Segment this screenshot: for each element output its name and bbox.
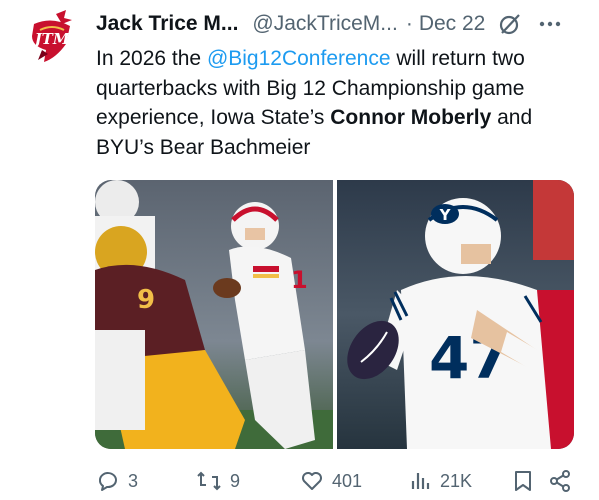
left-jersey-number: 1 [291,266,308,294]
author-handle[interactable]: @JackTriceM... [252,12,397,36]
heart-icon [302,472,322,490]
repost-icon [197,471,221,491]
avatar[interactable]: JTM [26,10,78,66]
like-button[interactable]: 401 [300,469,408,493]
helmet-logo-text: Y [438,206,451,224]
views-count: 21K [440,470,473,491]
share-button[interactable] [548,469,578,493]
more-options-icon[interactable] [539,20,561,28]
grok-icon[interactable] [497,11,523,37]
author-name[interactable]: Jack Trice M... [96,12,238,36]
repost-count: 9 [230,470,241,491]
mention-link[interactable]: @Big12Conference [207,47,391,70]
views-button[interactable]: 21K [408,469,512,493]
reply-count: 3 [128,470,139,491]
reply-button[interactable]: 3 [96,469,196,493]
tweet-date[interactable]: Dec 22 [419,12,486,36]
svg-text:9: 9 [137,285,155,315]
bookmark-icon [515,471,531,491]
action-bar: 3 9 401 21K [96,464,580,498]
tweet-text-part1: In 2026 the [96,47,207,70]
bold-player-name: Connor Moberly [330,106,492,129]
tweet-text: In 2026 the @Big12Conference will return… [96,44,576,162]
share-icon [550,470,570,492]
bookmark-button[interactable] [512,469,548,493]
like-count: 401 [332,470,363,491]
media-grid: 9 1 Y 47 [95,180,574,449]
tweet-header: Jack Trice M... @JackTriceM... · Dec 22 [96,8,581,40]
separator-dot: · [405,12,413,35]
repost-button[interactable]: 9 [196,469,300,493]
reply-icon [99,472,117,491]
views-chart-icon [411,473,430,489]
photo-right[interactable]: Y 47 [336,180,575,449]
photo-left[interactable]: 9 1 [95,180,333,449]
avatar-logo-text: JTM [32,30,70,48]
